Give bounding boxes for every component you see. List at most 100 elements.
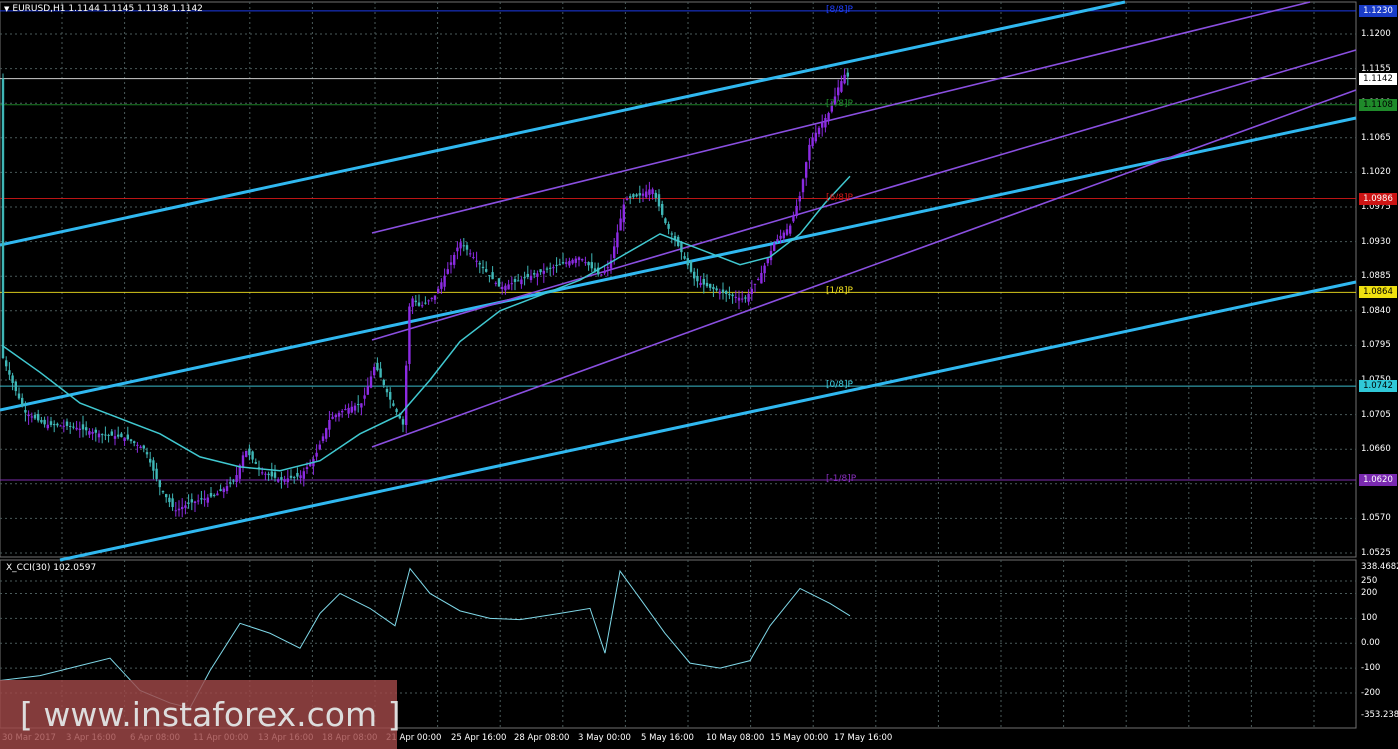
candle-body	[712, 287, 715, 290]
candle-body	[561, 262, 565, 264]
candle-body	[785, 229, 789, 235]
chart-canvas[interactable]	[0, 0, 1398, 749]
candle-body	[46, 424, 49, 429]
price-axis-tick: 1.0660	[1361, 444, 1391, 455]
candle-body	[744, 297, 747, 299]
murray-7-8-label: 1.1108	[1359, 98, 1397, 111]
candle-body	[600, 274, 603, 276]
candle-body	[763, 265, 766, 274]
candle-body	[513, 279, 517, 282]
candle-body	[523, 277, 526, 279]
candle-body	[424, 302, 427, 304]
murray-0-8-label: 1.0742	[1359, 380, 1397, 393]
candle-body	[254, 462, 257, 464]
candle-body	[107, 434, 110, 436]
candle-body	[725, 290, 728, 294]
candle-body	[689, 261, 693, 272]
regression-channel-line[interactable]	[371, 49, 1357, 341]
time-axis-tick: 17 May 16:00	[834, 733, 893, 743]
candle-body	[545, 268, 549, 270]
regression-channel-line[interactable]	[371, 89, 1357, 448]
candle-body	[817, 127, 821, 135]
candle-body	[392, 403, 395, 406]
candle-body	[683, 256, 686, 259]
candle-body	[702, 278, 705, 285]
candle-body	[645, 191, 648, 198]
candle-body	[75, 427, 78, 430]
candle-body	[385, 389, 389, 393]
candle-body	[843, 74, 846, 84]
candle-body	[101, 434, 104, 436]
candle-body	[283, 479, 286, 482]
candle-body	[670, 233, 673, 235]
trend-line[interactable]	[0, 116, 1357, 412]
candle-body	[696, 275, 699, 282]
price-axis-tick: 1.0525	[1361, 548, 1391, 558]
cci-indicator-label: X_CCI(30) 102.0597	[6, 563, 97, 573]
price-axis-tick: 1.0795	[1361, 340, 1391, 351]
candle-body	[760, 272, 763, 284]
candle-body	[382, 379, 385, 385]
dropdown-triangle-icon[interactable]: ▼	[4, 5, 9, 13]
candle-body	[357, 404, 360, 406]
candle-body	[216, 493, 219, 496]
candle-body	[273, 472, 277, 478]
candle-body	[174, 510, 177, 512]
candle-body	[17, 393, 21, 399]
candle-body	[427, 300, 430, 302]
candle-body	[129, 439, 133, 442]
candle-body	[705, 282, 709, 287]
candle-body	[632, 194, 635, 198]
candle-body	[200, 498, 203, 500]
candle-body	[421, 305, 424, 307]
candle-body	[414, 300, 417, 303]
candle-body	[245, 450, 248, 457]
time-axis-tick: 15 May 00:00	[770, 733, 829, 743]
candle-body	[814, 132, 817, 142]
candle-body	[558, 264, 561, 266]
murray-6-8-label: 1.0986	[1359, 192, 1397, 205]
candle-body	[581, 259, 584, 261]
candle-body	[805, 162, 808, 178]
cci-axis-tick: 100	[1361, 613, 1378, 624]
candle-body	[85, 427, 88, 431]
candle-body	[667, 224, 670, 229]
candle-body	[347, 407, 350, 414]
candle-body	[229, 482, 232, 484]
candle-body	[753, 283, 757, 285]
price-axis-tick: 1.0570	[1361, 513, 1391, 524]
candle-body	[411, 298, 414, 307]
candle-body	[142, 445, 145, 449]
candle-body	[590, 262, 593, 269]
candle-body	[481, 266, 485, 269]
candle-body	[779, 235, 782, 239]
candle-body	[120, 433, 123, 438]
candle-body	[5, 360, 8, 367]
candle-body	[587, 262, 590, 266]
candle-body	[181, 507, 184, 510]
candle-body	[776, 239, 779, 241]
candle-body	[529, 275, 533, 281]
candle-body	[289, 475, 293, 478]
candle-body	[747, 293, 750, 302]
candle-body	[440, 282, 443, 289]
candle-body	[91, 431, 94, 434]
candle-body	[555, 264, 558, 266]
candle-body	[443, 275, 446, 287]
candle-body	[757, 278, 760, 280]
candle-body	[635, 194, 638, 197]
candle-body	[328, 419, 331, 430]
time-axis-tick: 25 Apr 16:00	[451, 733, 507, 743]
candle-body	[661, 203, 664, 215]
candle-body	[136, 444, 139, 446]
candle-body	[325, 428, 328, 439]
candle-body	[139, 446, 142, 449]
candle-body	[517, 280, 520, 282]
candle-body	[187, 502, 190, 504]
candle-body	[741, 298, 744, 300]
candle-body	[808, 144, 811, 161]
candle-body	[81, 424, 85, 430]
candle-body	[21, 397, 24, 406]
murray-level-label: [1/8]P	[826, 286, 853, 297]
candle-body	[734, 296, 737, 299]
